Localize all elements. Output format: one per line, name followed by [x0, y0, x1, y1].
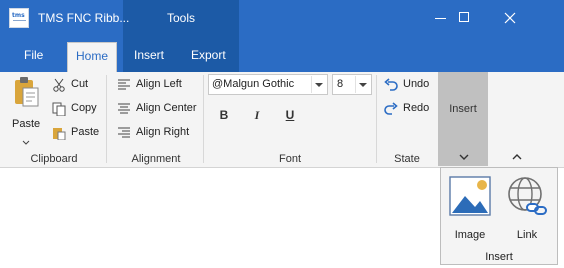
redo-icon	[384, 102, 398, 115]
undo-button[interactable]: Undo	[384, 77, 432, 95]
link-button[interactable]: Link	[504, 174, 550, 244]
font-size-combo[interactable]: 8	[332, 74, 372, 95]
align-right-button[interactable]: Align Right	[117, 125, 201, 143]
bold-button[interactable]: B	[216, 108, 232, 122]
tab-insert[interactable]: Insert	[134, 48, 164, 62]
window-title: TMS FNC Ribb...	[38, 11, 130, 25]
align-center-label: Align Center	[136, 102, 197, 114]
align-center-button[interactable]: Align Center	[117, 101, 201, 119]
paste-small-label: Paste	[71, 126, 100, 138]
redo-button[interactable]: Redo	[384, 101, 432, 119]
chevron-down-icon[interactable]	[311, 76, 326, 93]
tab-export[interactable]: Export	[191, 48, 226, 62]
group-separator	[106, 75, 107, 163]
globe-link-icon	[508, 177, 547, 215]
insert-group-collapsed-button[interactable]	[438, 72, 488, 166]
image-icon	[449, 176, 491, 216]
insert-popup-group-label: Insert	[485, 251, 513, 263]
tab-home-label: Home	[75, 49, 108, 63]
undo-icon	[384, 78, 398, 91]
copy-label: Copy	[71, 102, 97, 114]
copy-icon	[52, 102, 66, 116]
chevron-down-icon	[22, 140, 30, 145]
maximize-button[interactable]	[442, 0, 486, 37]
maximize-icon	[459, 12, 469, 22]
chevron-down-icon[interactable]	[355, 76, 370, 93]
group-label-alignment: Alignment	[131, 153, 181, 165]
close-button[interactable]	[488, 0, 532, 37]
group-label-font: Font	[278, 153, 301, 165]
paste-label: Paste	[12, 118, 41, 130]
group-separator	[203, 75, 204, 163]
align-center-icon	[118, 103, 130, 114]
paste-icon	[15, 77, 39, 107]
paste-button[interactable]: Paste	[8, 76, 46, 152]
font-family-combo[interactable]: @Malgun Gothic	[208, 74, 328, 95]
cut-button[interactable]: Cut	[52, 77, 100, 95]
cut-label: Cut	[71, 78, 89, 90]
underline-button[interactable]: U	[282, 108, 298, 122]
tab-file[interactable]: File	[24, 48, 43, 62]
group-separator	[376, 75, 377, 163]
paste-small-button[interactable]: Paste	[52, 125, 100, 143]
insert-group-label: Insert	[449, 103, 477, 115]
close-icon	[504, 12, 516, 24]
align-right-label: Align Right	[136, 126, 190, 138]
image-label: Image	[454, 229, 486, 241]
image-button[interactable]: Image	[447, 174, 493, 244]
link-label: Link	[516, 229, 538, 241]
align-left-icon	[118, 79, 130, 90]
group-label-state: State	[394, 153, 420, 165]
align-right-icon	[118, 127, 130, 138]
collapse-ribbon-icon[interactable]	[512, 154, 522, 160]
italic-button[interactable]: I	[249, 108, 265, 123]
context-tab-tools: Tools	[166, 11, 195, 25]
font-family-value: @Malgun Gothic	[212, 78, 295, 90]
chevron-down-icon	[459, 154, 469, 160]
scissors-icon	[53, 78, 65, 92]
app-icon[interactable]: tms	[9, 8, 29, 28]
copy-button[interactable]: Copy	[52, 101, 100, 119]
align-left-label: Align Left	[136, 78, 182, 90]
redo-label: Redo	[403, 102, 430, 114]
undo-label: Undo	[403, 78, 430, 90]
group-label-clipboard: Clipboard	[30, 153, 78, 165]
paste-small-icon	[53, 128, 66, 140]
font-size-value: 8	[337, 78, 344, 90]
align-left-button[interactable]: Align Left	[117, 77, 201, 95]
